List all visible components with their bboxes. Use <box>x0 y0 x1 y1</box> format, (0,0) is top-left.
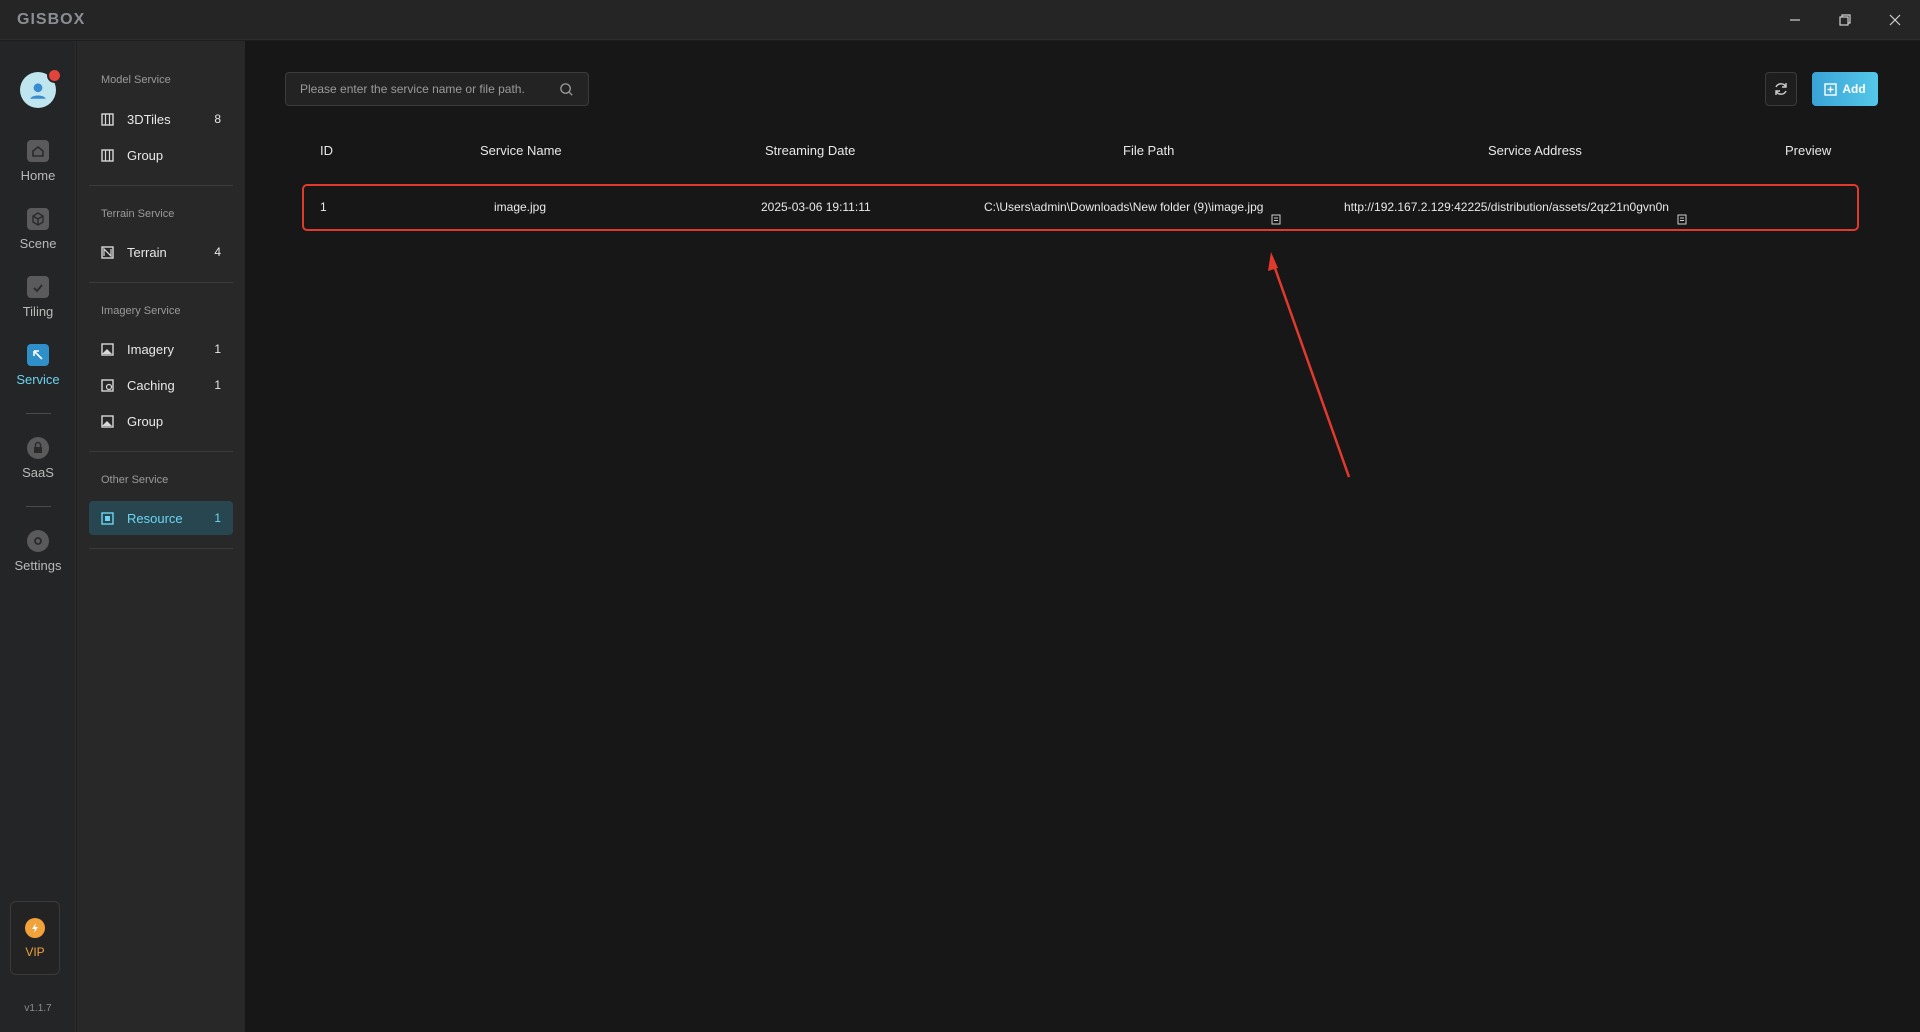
column-header-service-address[interactable]: Service Address <box>1488 143 1582 158</box>
table-row[interactable]: 1 image.jpg 2025-03-06 19:11:11 C:\Users… <box>302 184 1859 231</box>
user-icon <box>30 83 46 99</box>
rail-divider <box>26 506 51 507</box>
add-icon <box>1824 82 1838 96</box>
service-address-text[interactable]: http://192.167.2.129:42225/distribution/… <box>1344 200 1669 214</box>
section-title-model-service: Model Service <box>101 74 171 86</box>
refresh-icon <box>1775 83 1787 95</box>
rail-item-service[interactable]: Service <box>0 344 76 400</box>
rail-item-tiling[interactable]: Tiling <box>0 276 76 332</box>
sidebar-item-count: 1 <box>214 378 221 392</box>
add-button[interactable]: Add <box>1812 72 1878 106</box>
column-header-preview[interactable]: Preview <box>1785 143 1831 158</box>
rail-label-scene: Scene <box>19 236 57 251</box>
bolt-icon <box>25 918 45 938</box>
sidebar-item-label: Imagery <box>127 341 174 357</box>
sidebar-item-count: 4 <box>214 245 221 259</box>
copy-icon[interactable] <box>1271 214 1281 225</box>
imagery-icon <box>101 342 114 356</box>
app-logo: GISBOX <box>17 11 86 28</box>
gear-icon <box>27 530 49 552</box>
cell-service-name: image.jpg <box>494 200 547 214</box>
sidebar-divider <box>89 451 233 452</box>
rail-label-settings: Settings <box>14 558 62 573</box>
lock-icon <box>27 437 49 459</box>
service-sidebar: Model Service 3DTiles 8 Group Terrain Se… <box>77 41 245 1032</box>
section-title-terrain-service: Terrain Service <box>101 208 175 220</box>
sidebar-item-label: 3DTiles <box>127 111 171 127</box>
home-icon <box>27 140 49 162</box>
file-path-text: C:\Users\admin\Downloads\New folder (9)\… <box>984 200 1264 214</box>
sidebar-item-label: Terrain <box>127 244 167 260</box>
sidebar-item-label: Caching <box>127 377 175 393</box>
search-input[interactable] <box>300 82 559 96</box>
refresh-button[interactable] <box>1765 72 1797 106</box>
caching-icon <box>101 378 114 392</box>
sidebar-item-label: Group <box>127 413 164 429</box>
rail-item-scene[interactable]: Scene <box>0 208 76 264</box>
sidebar-item-label: Resource <box>127 510 183 526</box>
rail-divider <box>26 413 51 414</box>
group-icon <box>101 148 114 162</box>
vip-button[interactable]: VIP <box>10 901 60 975</box>
sidebar-item-resource[interactable]: Resource 1 <box>89 501 233 535</box>
terrain-icon <box>101 245 114 259</box>
rail-label-saas: SaaS <box>22 465 54 480</box>
sidebar-item-count: 1 <box>214 511 221 525</box>
service-icon <box>27 344 49 366</box>
minimize-button[interactable] <box>1772 4 1818 36</box>
add-button-label: Add <box>1842 82 1866 96</box>
group-icon <box>101 414 114 428</box>
title-bar: GISBOX <box>0 0 1920 40</box>
resource-icon <box>101 511 114 525</box>
rail-item-home[interactable]: Home <box>0 140 76 196</box>
nav-rail: Home Scene Tiling Service SaaS Settings <box>0 41 76 1032</box>
search-icon[interactable] <box>559 82 574 97</box>
search-box <box>285 72 589 106</box>
cell-streaming-date: 2025-03-06 19:11:11 <box>761 200 871 214</box>
cell-service-address: http://192.167.2.129:42225/distribution/… <box>1344 200 1687 225</box>
sidebar-item-imagery[interactable]: Imagery 1 <box>89 332 233 366</box>
close-icon <box>1889 14 1901 26</box>
column-header-id[interactable]: ID <box>320 143 333 158</box>
main-content: Add ID Service Name Streaming Date File … <box>245 41 1920 1032</box>
rail-item-settings[interactable]: Settings <box>0 530 76 586</box>
rail-item-saas[interactable]: SaaS <box>0 437 76 493</box>
avatar[interactable] <box>20 68 62 108</box>
copy-icon[interactable] <box>1677 214 1687 225</box>
3dtiles-icon <box>101 112 114 126</box>
restore-button[interactable] <box>1822 4 1868 36</box>
close-button[interactable] <box>1872 4 1918 36</box>
cell-file-path: C:\Users\admin\Downloads\New folder (9)\… <box>984 200 1281 225</box>
cube-icon <box>27 208 49 230</box>
sidebar-item-label: Group <box>127 147 164 163</box>
rail-label-home: Home <box>20 168 56 183</box>
sidebar-item-3dtiles[interactable]: 3DTiles 8 <box>89 102 233 136</box>
tiling-icon <box>27 276 49 298</box>
sidebar-item-caching[interactable]: Caching 1 <box>89 368 233 402</box>
app-version: v1.1.7 <box>24 1003 52 1014</box>
column-header-file-path[interactable]: File Path <box>1123 143 1174 158</box>
section-title-imagery-service: Imagery Service <box>101 305 181 317</box>
sidebar-divider <box>89 548 233 549</box>
rail-label-tiling: Tiling <box>22 304 54 319</box>
sidebar-item-terrain[interactable]: Terrain 4 <box>89 235 233 269</box>
notification-dot <box>47 68 62 83</box>
sidebar-item-count: 8 <box>214 112 221 126</box>
sidebar-divider <box>89 185 233 186</box>
column-header-service-name[interactable]: Service Name <box>480 143 562 158</box>
cell-id: 1 <box>320 200 327 214</box>
minimize-icon <box>1790 19 1800 21</box>
table-header: ID Service Name Streaming Date File Path… <box>305 143 1885 163</box>
rail-label-service: Service <box>16 372 60 387</box>
column-header-streaming-date[interactable]: Streaming Date <box>765 143 855 158</box>
sidebar-item-model-group[interactable]: Group <box>89 138 233 172</box>
sidebar-item-count: 1 <box>214 342 221 356</box>
restore-icon <box>1839 14 1851 26</box>
sidebar-item-imagery-group[interactable]: Group <box>89 404 233 438</box>
vip-label: VIP <box>25 945 45 959</box>
sidebar-divider <box>89 282 233 283</box>
section-title-other-service: Other Service <box>101 474 169 486</box>
